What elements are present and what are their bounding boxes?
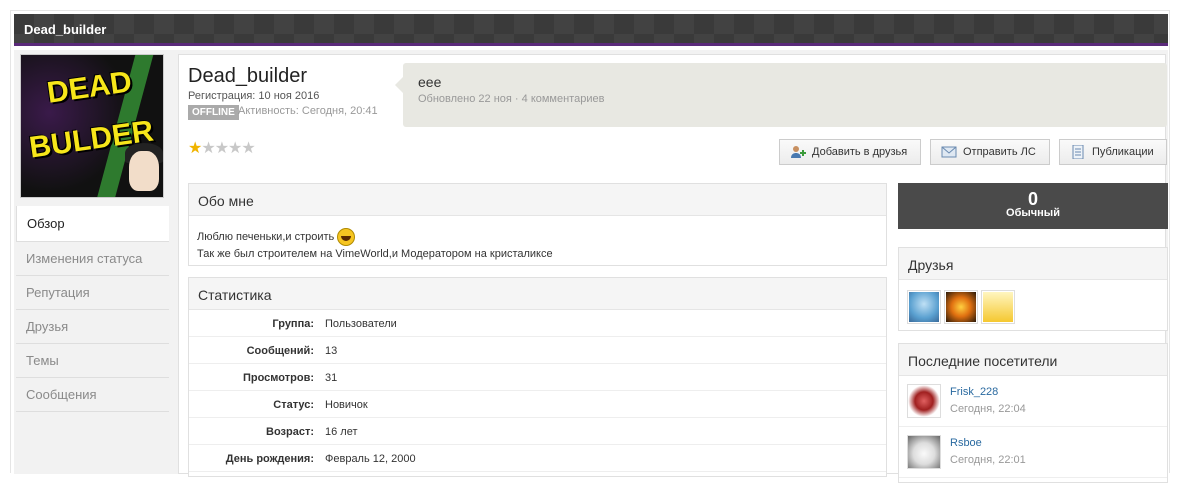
add-friend-label: Добавить в друзья — [812, 146, 908, 158]
recent-visitors-title: Последние посетители — [899, 344, 1167, 376]
rating-stars[interactable]: ★★★★★ — [188, 138, 256, 158]
nav-item-friends[interactable]: Друзья — [16, 310, 169, 344]
friends-title: Друзья — [899, 248, 1167, 280]
stat-key: Возраст: — [266, 426, 314, 438]
friends-panel: Друзья — [898, 247, 1168, 331]
visitor-avatar[interactable] — [907, 435, 941, 469]
visitor-row: Frisk_228 Сегодня, 22:04 — [899, 376, 1167, 427]
stat-row: Статус: Новичок — [189, 391, 886, 418]
stat-row: Просмотров: 31 — [189, 364, 886, 391]
about-line-2: Так же был строителем на VimeWorld,и Мод… — [197, 248, 553, 260]
visitor-name[interactable]: Frisk_228 — [950, 386, 998, 398]
statistics-title: Статистика — [189, 278, 886, 310]
friend-avatar[interactable] — [944, 290, 978, 324]
profile-body: DEAD BULDER Обзор Изменения статуса Репу… — [14, 50, 1168, 483]
reputation-label: Обычный — [1006, 207, 1060, 219]
stat-key: Просмотров: — [242, 372, 314, 384]
visitor-avatar[interactable] — [907, 384, 941, 418]
status-update-box: еее Обновлено 22 ноя · 4 комментариев — [395, 63, 1167, 127]
stat-key: Статус: — [273, 399, 314, 411]
stat-row: Сообщений: 13 — [189, 337, 886, 364]
visitor-row: Rsboe Сегодня, 22:01 — [899, 427, 1167, 478]
visitor-time: Сегодня, 22:04 — [950, 403, 1026, 415]
star-icon[interactable]: ★ — [215, 140, 229, 157]
nav-item-posts[interactable]: Сообщения — [16, 378, 169, 412]
main-content: Dead_builder Регистрация: 10 ноя 2016 OF… — [178, 54, 1168, 483]
stat-key: Сообщений: — [246, 345, 314, 357]
registration-date: Регистрация: 10 ноя 2016 — [188, 90, 320, 102]
nav-item-reputation[interactable]: Репутация — [16, 276, 169, 310]
stat-row: Группа: Пользователи — [189, 310, 886, 337]
visitor-time: Сегодня, 22:01 — [950, 454, 1026, 466]
star-icon[interactable]: ★ — [241, 140, 255, 157]
reputation-box: 0 Обычный — [898, 183, 1168, 229]
statistics-panel: Статистика Группа: Пользователи Сообщений… — [188, 277, 887, 477]
send-message-label: Отправить ЛС — [963, 146, 1036, 158]
profile-frame: Dead_builder DEAD BULDER Обзор Изменения… — [10, 10, 1170, 483]
stat-value: Пользователи — [325, 318, 397, 330]
add-friend-button[interactable]: Добавить в друзья — [779, 139, 921, 165]
online-status-badge: OFFLINE — [188, 105, 239, 120]
stat-value: 16 лет — [325, 426, 358, 438]
avatar: DEAD BULDER — [20, 54, 164, 198]
window-title: Dead_builder — [24, 22, 107, 37]
profile-username: Dead_builder — [188, 65, 307, 87]
stat-value: 31 — [325, 372, 338, 384]
stat-row: День рождения: Февраль 12, 2000 — [189, 445, 886, 472]
add-user-icon — [791, 146, 806, 158]
document-icon — [1072, 145, 1084, 159]
stat-value: Февраль 12, 2000 — [325, 453, 416, 465]
friend-avatar[interactable] — [981, 290, 1015, 324]
status-meta[interactable]: Обновлено 22 ноя · 4 комментариев — [418, 93, 604, 105]
stat-key: Группа: — [272, 318, 314, 330]
left-column: DEAD BULDER Обзор Изменения статуса Репу… — [16, 52, 169, 412]
stat-value: Новичок — [325, 399, 368, 411]
stat-key: День рождения: — [225, 453, 314, 465]
publications-label: Публикации — [1092, 146, 1154, 158]
star-icon[interactable]: ★ — [188, 140, 202, 157]
smiley-icon — [337, 228, 356, 246]
friend-avatar[interactable] — [907, 290, 941, 324]
about-panel: Обо мне Люблю печеньки,и строить Так же … — [188, 183, 887, 266]
envelope-icon — [941, 146, 957, 158]
last-activity: Активность: Сегодня, 20:41 — [238, 105, 378, 117]
window-title-bar: Dead_builder — [14, 14, 1168, 46]
recent-visitors-panel: Последние посетители Frisk_228 Сегодня, … — [898, 343, 1168, 483]
stat-row: Возраст: 16 лет — [189, 418, 886, 445]
status-text: еее — [418, 74, 442, 90]
send-message-button[interactable]: Отправить ЛС — [930, 139, 1050, 165]
nav-item-topics[interactable]: Темы — [16, 344, 169, 378]
stat-value: 13 — [325, 345, 338, 357]
publications-button[interactable]: Публикации — [1059, 139, 1167, 165]
visitor-name[interactable]: Rsboe — [950, 437, 982, 449]
about-title: Обо мне — [189, 184, 886, 216]
nav-item-overview[interactable]: Обзор — [16, 206, 169, 242]
nav-item-status-changes[interactable]: Изменения статуса — [16, 242, 169, 276]
star-icon[interactable]: ★ — [228, 140, 242, 157]
star-icon[interactable]: ★ — [201, 140, 215, 157]
profile-nav: Обзор Изменения статуса Репутация Друзья… — [16, 206, 169, 412]
about-line-1: Люблю печеньки,и строить — [197, 230, 335, 243]
